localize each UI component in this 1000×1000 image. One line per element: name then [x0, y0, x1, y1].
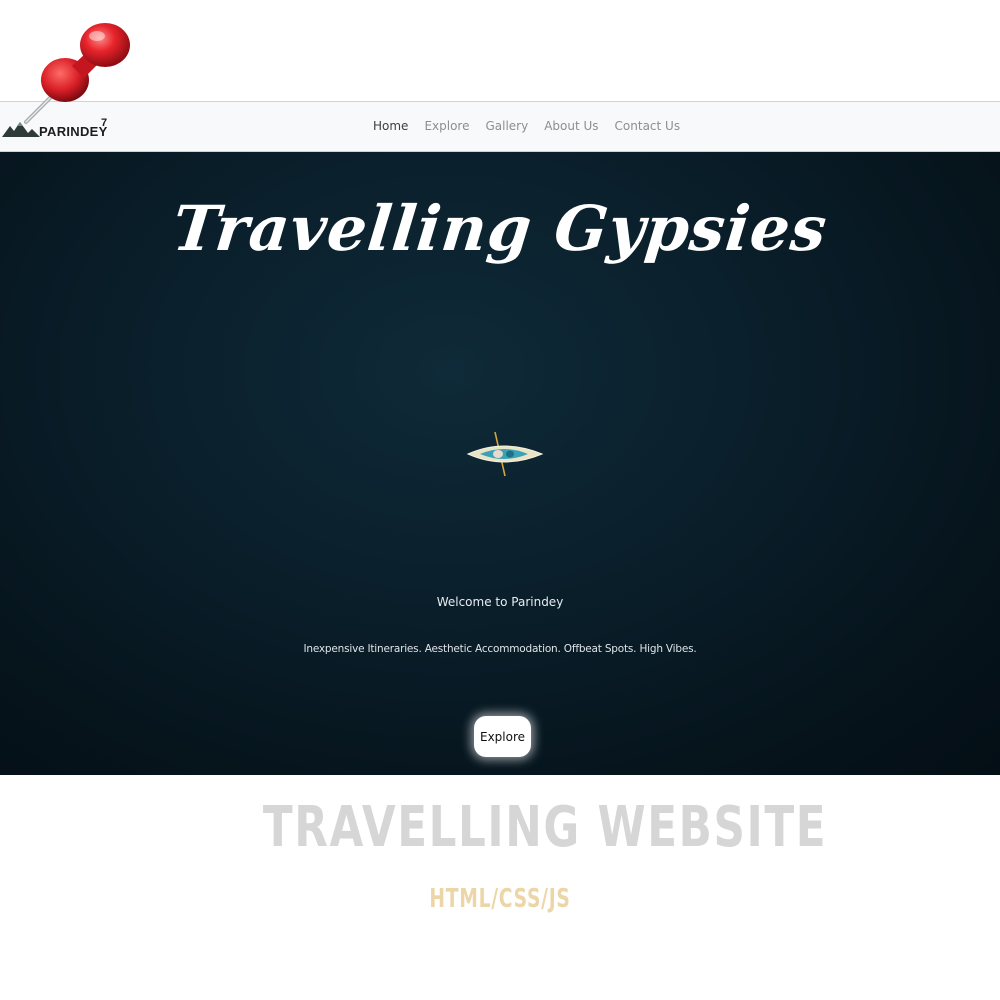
explore-button[interactable]: Explore — [474, 716, 531, 757]
hero-title: Travelling Gypsies — [169, 192, 831, 265]
tagline-text: Inexpensive Itineraries. Aesthetic Accom… — [303, 643, 697, 655]
nav-gallery[interactable]: Gallery — [485, 119, 528, 133]
nav-home[interactable]: Home — [373, 119, 408, 133]
caption-title: TRAVELLING WEBSITE — [262, 795, 828, 860]
nav-explore[interactable]: Explore — [424, 119, 469, 133]
nav-about-us[interactable]: About Us — [544, 119, 598, 133]
welcome-text: Welcome to Parindey — [436, 595, 564, 609]
nav-contact-us[interactable]: Contact Us — [615, 119, 681, 133]
navbar: PARINDEY 7 Home Explore Gallery About Us… — [0, 101, 1000, 152]
kayak-image — [466, 430, 544, 478]
caption-subtitle: HTML/CSS/JS — [429, 884, 571, 914]
nav-links: Home Explore Gallery About Us Contact Us — [373, 119, 696, 133]
hero-section: Travelling Gypsies Welcome to Parindey I… — [0, 152, 1000, 775]
pushpin-icon — [20, 18, 135, 128]
